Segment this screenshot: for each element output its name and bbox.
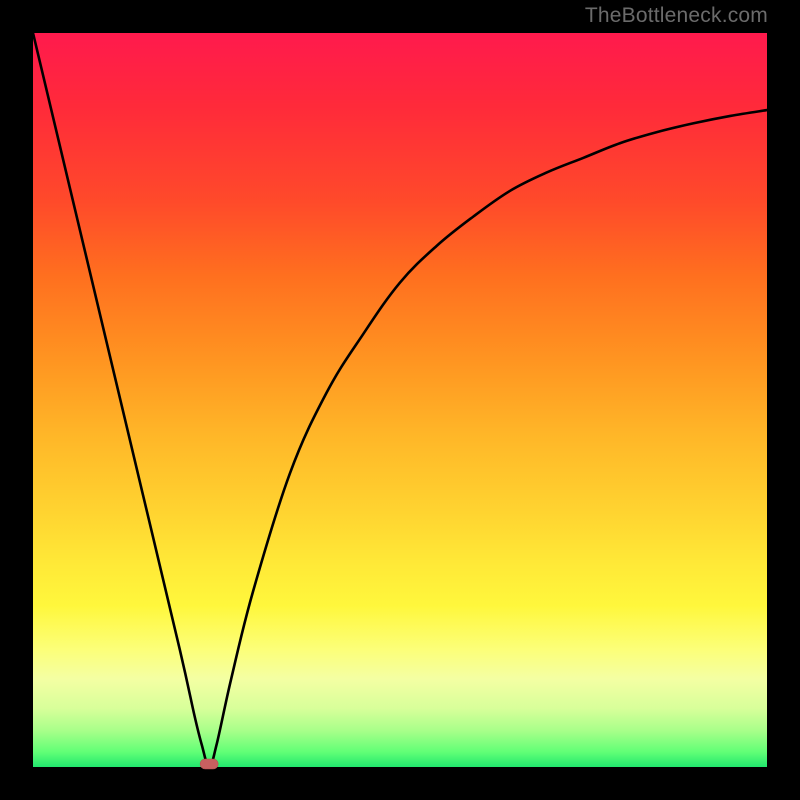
- curve-minimum-marker: [200, 759, 218, 769]
- plot-area: [33, 33, 767, 767]
- watermark-text: TheBottleneck.com: [585, 4, 768, 28]
- bottleneck-curve: [33, 33, 767, 767]
- chart-frame: TheBottleneck.com: [0, 0, 800, 800]
